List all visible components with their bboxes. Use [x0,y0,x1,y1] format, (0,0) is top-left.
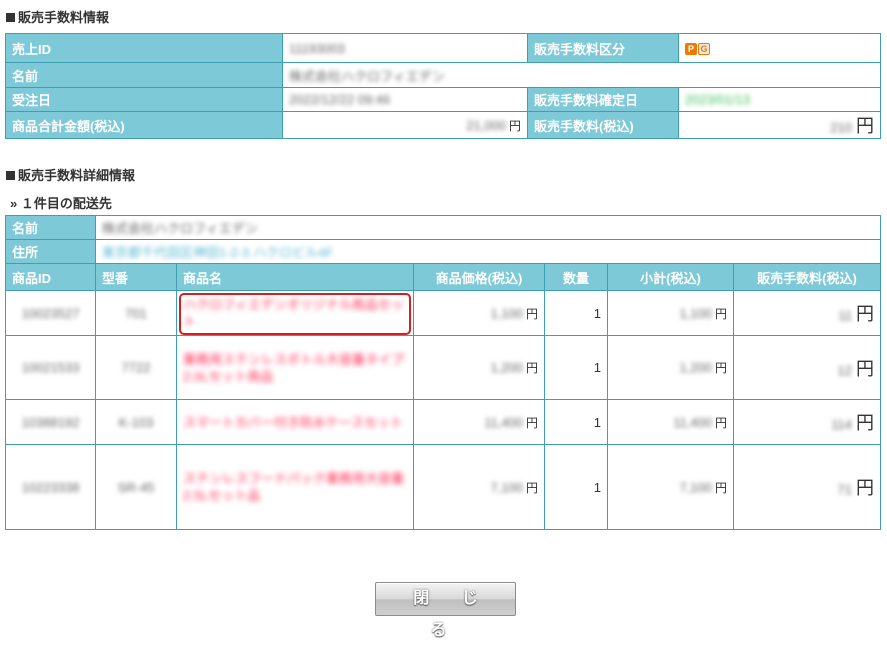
cell-subtotal: 1,100 円 [607,290,734,336]
label-sales-id: 売上ID [5,33,283,63]
col-qty: 数量 [544,263,608,291]
cell-fee: 12 円 [733,335,881,400]
label-fee-confirm-date: 販売手数料確定日 [527,87,679,112]
cell-fee: 114 円 [733,399,881,445]
cell-qty: 1 [544,399,608,445]
label-product-total: 商品合計金額(税込) [5,111,283,139]
cell-model: 701 [95,290,177,336]
col-model: 型番 [95,263,177,291]
value-fee-type: PG [678,33,881,63]
cell-model: SR-45 [95,444,177,530]
cell-subtotal: 11,400 円 [607,399,734,445]
value-fee: 210 円 [678,111,881,139]
table-row: 10223338 SR-45 ステンレスフードパック業務用大容量2.5Lセット品… [5,444,881,530]
value-order-date: 2022/12/22 09:46 [282,87,528,112]
label-ship-name: 名前 [5,215,96,240]
cell-fee: 71 円 [733,444,881,530]
table-row: 10021533 7722 業務用ステンレスボトル大容量タイプ2.0Lセット商品… [5,335,881,400]
value-name: 株式会社ハクロフィエデン [282,62,881,88]
cell-model: 7722 [95,335,177,400]
shipping-info-table: 名前 株式会社ハクロフィエデン 住所 東京都千代田区神田1-2-3 ハクロビル4… [5,215,881,264]
highlight-box [179,293,411,335]
shipping-subtitle: » １件目の配送先 [10,196,112,211]
col-product-id: 商品ID [5,263,96,291]
label-order-date: 受注日 [5,87,283,112]
cell-price: 7,100 円 [413,444,545,530]
cell-product-name[interactable]: スマートカバー付き防水ケースセット [176,399,414,445]
cell-subtotal: 7,100 円 [607,444,734,530]
label-fee: 販売手数料(税込) [527,111,679,139]
col-product-name: 商品名 [176,263,414,291]
value-ship-name: 株式会社ハクロフィエデン [95,215,881,240]
value-fee-confirm-date: 2023/01/13 [678,87,881,112]
table-row: 10023527 701 ハクロフィエデンオリジナル商品セット 1,100 円 1… [5,290,881,336]
table-row: 10388192 K-103 スマートカバー付き防水ケースセット 11,400 円… [5,399,881,445]
value-sales-id: 11193003 [282,33,528,63]
cell-qty: 1 [544,444,608,530]
cell-product-id: 10021533 [5,335,96,400]
cell-product-name[interactable]: ステンレスフードパック業務用大容量2.5Lセット品 [176,444,414,530]
cell-qty: 1 [544,335,608,400]
cell-product-id: 10223338 [5,444,96,530]
col-price: 商品価格(税込) [413,263,545,291]
cell-model: K-103 [95,399,177,445]
col-fee: 販売手数料(税込) [733,263,881,291]
label-name: 名前 [5,62,283,88]
section-title-fee-info: 販売手数料情報 [6,7,109,26]
cell-price: 11,400 円 [413,399,545,445]
cell-price: 1,200 円 [413,335,545,400]
close-button[interactable]: 閉 じ る [375,582,516,639]
value-product-total: 21,000 円 [282,111,528,139]
cell-product-id: 10023527 [5,290,96,336]
cell-product-id: 10388192 [5,399,96,445]
label-address: 住所 [5,239,96,264]
section-title-fee-detail: 販売手数料詳細情報 [6,165,135,184]
value-address: 東京都千代田区神田1-2-3 ハクロビル4F [95,239,881,264]
cell-product-name[interactable]: 業務用ステンレスボトル大容量タイプ2.0Lセット商品 [176,335,414,400]
pg-icon: PG [685,43,710,56]
cell-subtotal: 1,200 円 [607,335,734,400]
cell-fee: 11 円 [733,290,881,336]
product-table: 商品ID 型番 商品名 商品価格(税込) 数量 小計(税込) 販売手数料(税込)… [5,263,881,530]
cell-price: 1,100 円 [413,290,545,336]
cell-qty: 1 [544,290,608,336]
fee-info-table: 売上ID 11193003 販売手数料区分 PG 名前 株式会社ハクロフィエデン… [5,33,881,139]
label-fee-type: 販売手数料区分 [527,33,679,63]
col-subtotal: 小計(税込) [607,263,734,291]
